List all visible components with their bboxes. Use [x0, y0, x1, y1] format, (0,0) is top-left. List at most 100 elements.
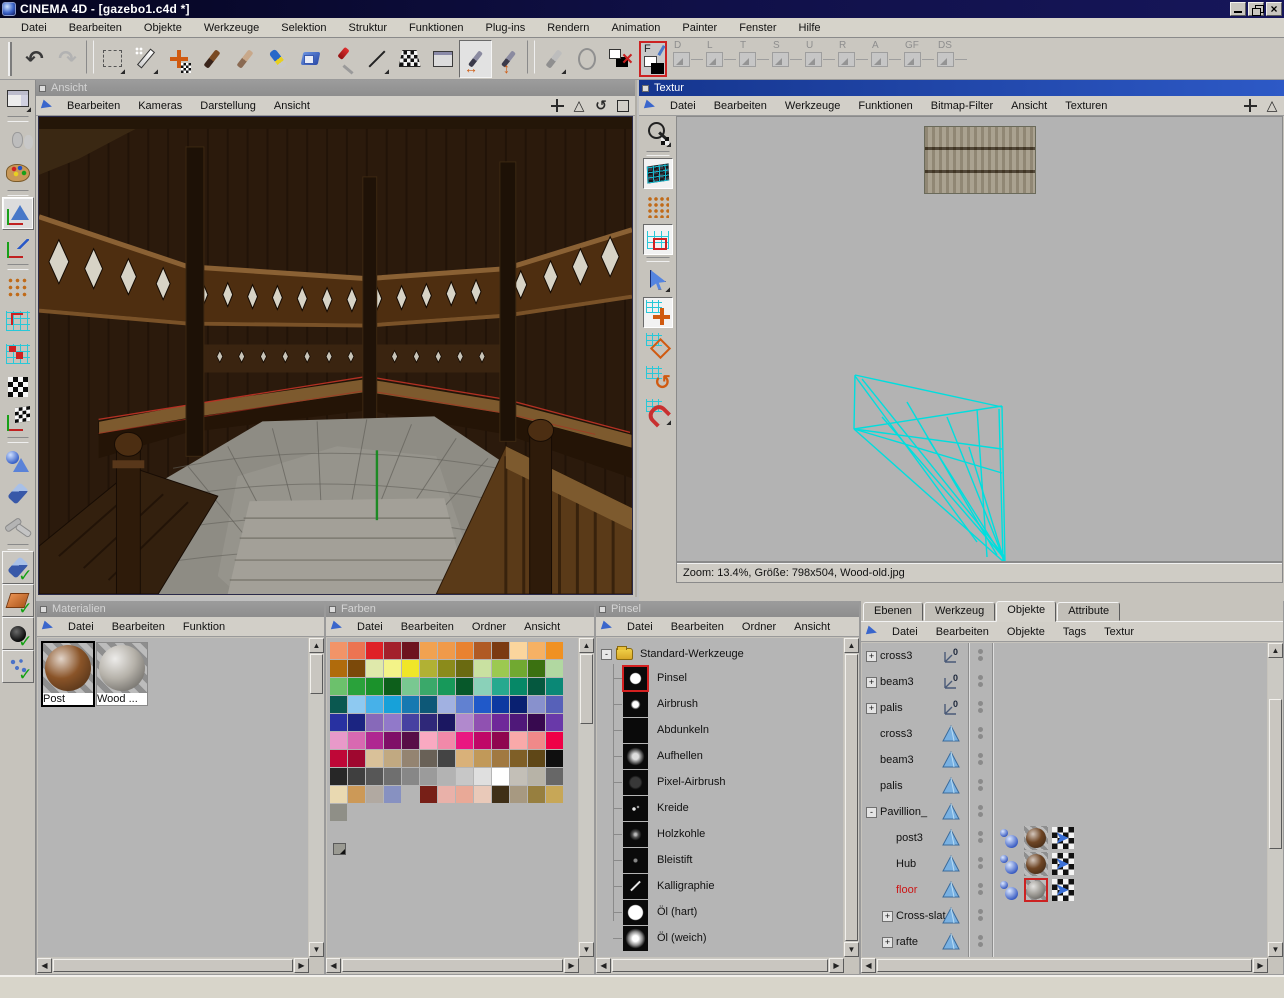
- visibility-dots[interactable]: [974, 881, 986, 897]
- color-swatch[interactable]: [330, 804, 347, 821]
- texture-header[interactable]: Textur: [639, 80, 1284, 96]
- texture-tag-icon[interactable]: [1052, 827, 1074, 849]
- menu-item[interactable]: Painter: [671, 20, 728, 36]
- panel-pointer-icon[interactable]: [865, 626, 879, 638]
- color-swatch[interactable]: [492, 660, 509, 677]
- expander-icon[interactable]: +: [866, 650, 877, 662]
- color-swatch[interactable]: [492, 786, 509, 803]
- color-swatch[interactable]: [528, 642, 545, 659]
- menu-item[interactable]: Tags: [1054, 624, 1095, 640]
- texture-axes-mode-icon[interactable]: [2, 403, 34, 436]
- menu-item[interactable]: Ansicht: [265, 98, 319, 114]
- color-swatch[interactable]: [510, 696, 527, 713]
- expander-icon[interactable]: +: [866, 676, 877, 688]
- color-swatch[interactable]: [546, 696, 563, 713]
- color-swatch[interactable]: [546, 750, 563, 767]
- color-swatch[interactable]: [528, 768, 545, 785]
- color-swatch[interactable]: [330, 642, 347, 659]
- uv-point-mode-icon[interactable]: [643, 191, 673, 222]
- brush-item[interactable]: Aufhellen: [597, 743, 843, 769]
- color-swatch[interactable]: [510, 804, 527, 821]
- color-swatch[interactable]: [384, 804, 401, 821]
- palette-icon[interactable]: [2, 156, 34, 189]
- color-swatch[interactable]: [456, 642, 473, 659]
- color-swatch[interactable]: [492, 696, 509, 713]
- color-swatch[interactable]: [384, 660, 401, 677]
- color-swatch[interactable]: [384, 768, 401, 785]
- menu-item[interactable]: Datei: [661, 98, 705, 114]
- material-item[interactable]: Wood ...: [96, 642, 148, 706]
- uv-move-tool-icon[interactable]: [643, 297, 673, 328]
- menu-item[interactable]: Darstellung: [191, 98, 265, 114]
- color-swatch[interactable]: [348, 642, 365, 659]
- menu-item[interactable]: Bearbeiten: [392, 619, 463, 635]
- menu-item[interactable]: Textur: [1095, 624, 1143, 640]
- texture-canvas[interactable]: Zoom: 13.4%, Größe: 798x504, Wood-old.jp…: [676, 116, 1283, 583]
- menu-item[interactable]: Selektion: [270, 20, 337, 36]
- color-swatch[interactable]: [402, 714, 419, 731]
- object-label[interactable]: palis: [880, 780, 903, 792]
- horizontal-scrollbar[interactable]: ◀ ▶: [326, 958, 579, 973]
- menu-item[interactable]: Ordner: [463, 619, 515, 635]
- color-swatch[interactable]: [546, 714, 563, 731]
- object-label[interactable]: rafte: [896, 936, 918, 948]
- panel-tab[interactable]: Ebenen: [863, 602, 923, 621]
- color-swatch[interactable]: [546, 804, 563, 821]
- object-label[interactable]: Cross-slat: [896, 910, 946, 922]
- polygon-enable-icon[interactable]: [1, 584, 34, 619]
- expander-icon[interactable]: +: [882, 936, 893, 948]
- uv-mapping-icon[interactable]: [393, 40, 426, 78]
- pan-view-icon[interactable]: [549, 98, 565, 114]
- color-swatch[interactable]: [348, 804, 365, 821]
- object-row[interactable]: + rafte 0: [862, 929, 1267, 955]
- object-label[interactable]: cross3: [880, 650, 912, 662]
- color-swatch[interactable]: [438, 678, 455, 695]
- color-swatch[interactable]: [384, 750, 401, 767]
- scroll-left-button[interactable]: ◀: [861, 958, 876, 973]
- visibility-dots[interactable]: [974, 751, 986, 767]
- color-swatch[interactable]: [384, 786, 401, 803]
- color-swatch[interactable]: [510, 660, 527, 677]
- brush-item[interactable]: Pinsel: [597, 664, 843, 692]
- toolbar-grip[interactable]: [8, 41, 12, 76]
- object-row[interactable]: floor 0: [862, 877, 1267, 903]
- object-row[interactable]: + cross3 0: [862, 643, 1267, 669]
- color-swatch[interactable]: [492, 642, 509, 659]
- apply-brush-vertical-icon[interactable]: [492, 40, 525, 78]
- channel-r-button[interactable]: R: [835, 40, 868, 78]
- select-tool-icon[interactable]: [643, 264, 673, 295]
- color-swatch[interactable]: [546, 642, 563, 659]
- scroll-right-button[interactable]: ▶: [564, 958, 579, 973]
- menu-item[interactable]: Rendern: [536, 20, 600, 36]
- horizontal-scrollbar[interactable]: ◀ ▶: [596, 958, 844, 973]
- color-swatch[interactable]: [528, 660, 545, 677]
- menu-item[interactable]: Animation: [600, 20, 671, 36]
- scroll-left-button[interactable]: ◀: [326, 958, 341, 973]
- expander-icon[interactable]: -: [866, 806, 877, 818]
- viewport-header[interactable]: Ansicht: [36, 80, 635, 96]
- points-mode-icon[interactable]: [2, 271, 34, 304]
- viewport-3d-scene[interactable]: [38, 116, 633, 637]
- texture-tag-icon[interactable]: [1052, 879, 1074, 901]
- color-swatch[interactable]: [384, 642, 401, 659]
- uv-polygon-mode-icon[interactable]: [643, 224, 673, 255]
- menu-item[interactable]: Objekte: [998, 624, 1054, 640]
- menu-item[interactable]: Bearbeiten: [103, 619, 174, 635]
- vertical-scrollbar[interactable]: ▲ ▼: [1268, 643, 1283, 957]
- color-swatch[interactable]: [546, 732, 563, 749]
- screwdriver-tool-icon[interactable]: [327, 40, 360, 78]
- color-swatch[interactable]: [438, 714, 455, 731]
- color-swatch[interactable]: [402, 732, 419, 749]
- color-swatch[interactable]: [330, 750, 347, 767]
- color-swatch[interactable]: [402, 804, 419, 821]
- menu-item[interactable]: Bearbeiten: [662, 619, 733, 635]
- color-swatch[interactable]: [384, 696, 401, 713]
- color-swatch[interactable]: [402, 750, 419, 767]
- color-swatch[interactable]: [366, 642, 383, 659]
- menu-item[interactable]: Werkzeuge: [193, 20, 270, 36]
- color-swatch[interactable]: [330, 786, 347, 803]
- object-type-icon[interactable]: 0: [940, 724, 962, 744]
- menu-item[interactable]: Ansicht: [1002, 98, 1056, 114]
- uv-magnet-tool-icon[interactable]: [643, 396, 673, 427]
- brush-item[interactable]: Pixel-Airbrush: [597, 769, 843, 795]
